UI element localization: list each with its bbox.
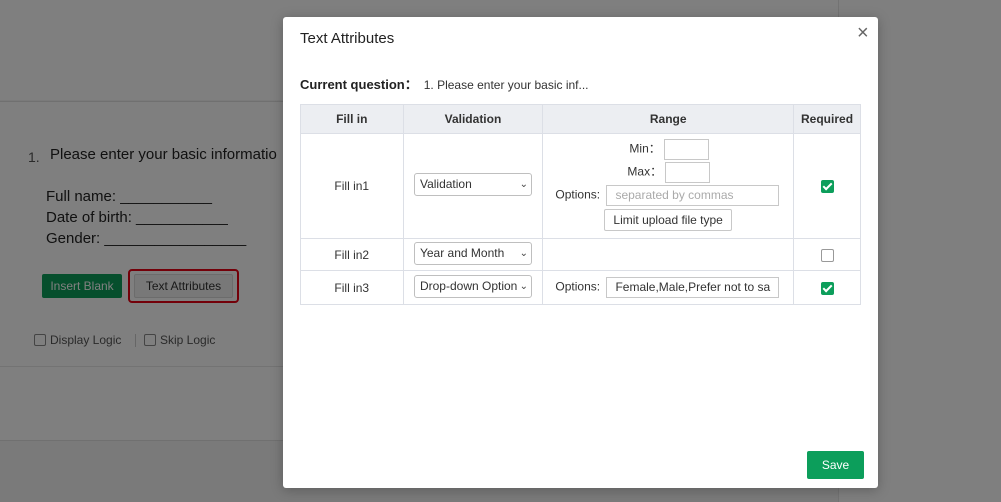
limit-upload-file-type-button[interactable]: Limit upload file type: [604, 209, 732, 231]
range-cell: [542, 238, 795, 271]
options-label: Options:: [555, 279, 601, 294]
current-question: Current question： 1. Please enter your ba…: [300, 74, 589, 93]
table-header-row: Fill in Validation Range Required: [300, 104, 861, 134]
chevron-down-icon: ⌄: [517, 275, 528, 297]
required-checkbox[interactable]: [820, 180, 834, 194]
min-row: Min：: [629, 139, 710, 160]
validation-cell: Drop-down Option ⌄: [402, 270, 544, 305]
options-label: Options:: [555, 187, 601, 202]
current-question-label: Current question：: [300, 77, 418, 92]
table-row: Fill in2 Year and Month ⌄: [300, 238, 861, 271]
max-input[interactable]: [665, 162, 711, 183]
required-checkbox[interactable]: [820, 281, 834, 295]
header-validation: Validation: [402, 104, 544, 134]
fill-in-name: Fill in2: [300, 238, 404, 271]
options-row: Options: separated by commas: [555, 185, 780, 206]
range-cell: Min： Max： Options: separated by commas L…: [542, 133, 795, 239]
min-label: Min：: [629, 141, 661, 156]
limit-row: Limit upload file type: [604, 209, 732, 231]
validation-select[interactable]: Validation ⌄: [413, 173, 532, 196]
min-input[interactable]: [664, 139, 710, 160]
table-row: Fill in3 Drop-down Option ⌄ Options: Fem…: [300, 270, 861, 305]
fill-in-name: Fill in3: [300, 270, 404, 305]
validation-select-value: Drop-down Option: [419, 278, 518, 293]
header-range: Range: [542, 104, 795, 134]
required-cell: [793, 133, 861, 239]
required-checkbox[interactable]: [820, 248, 834, 262]
fill-in-name: Fill in1: [300, 133, 404, 239]
options-input[interactable]: Female,Male,Prefer not to sa: [606, 277, 780, 298]
close-icon[interactable]: ×: [857, 23, 869, 43]
header-fill-in: Fill in: [300, 104, 404, 134]
text-attributes-dialog: Text Attributes × Current question： 1. Pl…: [283, 17, 878, 488]
options-input[interactable]: separated by commas: [606, 185, 780, 206]
max-label: Max：: [627, 164, 663, 179]
validation-select-value: Year and Month: [419, 245, 505, 260]
chevron-down-icon: ⌄: [517, 242, 528, 264]
required-cell: [793, 238, 861, 271]
save-button[interactable]: Save: [807, 451, 864, 479]
validation-select[interactable]: Drop-down Option ⌄: [413, 274, 532, 298]
validation-cell: Year and Month ⌄: [402, 238, 544, 271]
header-required: Required: [793, 104, 861, 134]
validation-select[interactable]: Year and Month ⌄: [413, 241, 532, 265]
current-question-text: 1. Please enter your basic inf...: [423, 78, 589, 92]
attributes-table: Fill in Validation Range Required Fill i…: [300, 104, 861, 305]
max-row: Max：: [627, 162, 711, 183]
validation-select-value: Validation: [419, 177, 472, 191]
required-cell: [793, 270, 861, 305]
dialog-title: Text Attributes: [300, 30, 395, 47]
chevron-down-icon: ⌄: [517, 174, 528, 195]
table-row: Fill in1 Validation ⌄ Min： Max： Options:…: [300, 133, 861, 239]
validation-cell: Validation ⌄: [402, 133, 544, 239]
range-cell: Options: Female,Male,Prefer not to sa: [542, 270, 795, 305]
